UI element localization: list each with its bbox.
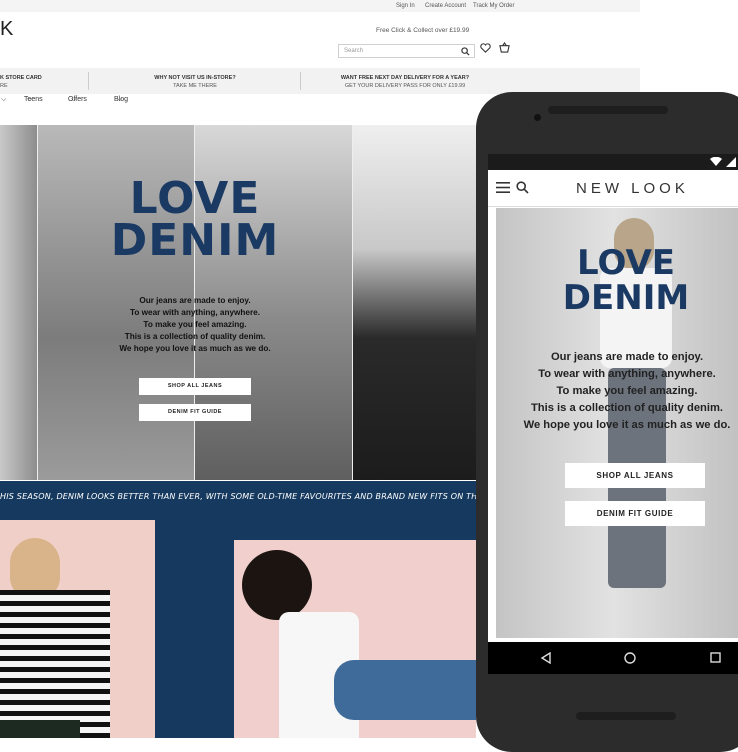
hero-copy-line: To make you feel amazing. <box>556 385 698 397</box>
striped-top-shape <box>0 590 110 738</box>
hero-copy-line: To make you feel amazing. <box>143 320 247 329</box>
hero-copy-line: We hope you love it as much as we do. <box>523 419 731 431</box>
menu-icon[interactable] <box>496 182 510 193</box>
recents-icon[interactable] <box>710 652 721 663</box>
jeans-shape <box>0 720 80 738</box>
hair-shape <box>10 538 60 598</box>
home-icon[interactable] <box>624 652 636 664</box>
heart-icon[interactable] <box>480 43 491 53</box>
promo-store-card[interactable]: K STORE CARD RE <box>0 74 60 90</box>
android-nav-bar <box>488 642 738 674</box>
mobile-shop-all-jeans-button[interactable]: SHOP ALL JEANS <box>565 463 705 488</box>
hair-shape <box>242 550 312 620</box>
back-icon[interactable] <box>540 652 552 664</box>
phone-speaker-bottom <box>576 712 676 720</box>
editorial-tagline: HIS SEASON, DENIM LOOKS BETTER THAN EVER… <box>0 492 516 501</box>
hero-title-line: LOVE <box>129 173 261 224</box>
promo-delivery-pass[interactable]: WANT FREE NEXT DAY DELIVERY FOR A YEAR? G… <box>325 74 485 90</box>
hero-copy-line: Our jeans are made to enjoy. <box>139 296 251 305</box>
divider <box>300 72 301 90</box>
search-icon[interactable] <box>461 47 470 56</box>
site-logo[interactable]: K <box>0 18 15 41</box>
hero-copy-line: To wear with anything, anywhere. <box>538 368 716 380</box>
hero-copy-line: We hope you love it as much as we do. <box>119 344 271 353</box>
divider <box>352 125 353 480</box>
hero-copy-line: To wear with anything, anywhere. <box>130 308 260 317</box>
signal-icon <box>726 157 736 167</box>
jeans-shape <box>334 660 476 720</box>
wifi-icon <box>710 157 722 166</box>
utility-bar: Sign In Create Account Track My Order <box>0 0 640 12</box>
hero-photo-panel <box>353 125 476 480</box>
mobile-hero-title: LOVE DENIM <box>546 246 706 316</box>
hero-title-line: LOVE <box>577 243 675 283</box>
hero-copy-line: This is a collection of quality denim. <box>124 332 266 341</box>
basket-icon[interactable] <box>499 42 510 53</box>
search-icon[interactable] <box>516 181 529 194</box>
chevron-down-icon: ⌵ <box>71 96 77 103</box>
denim-fit-guide-button[interactable]: DENIM FIT GUIDE <box>139 404 251 421</box>
hero-copy: Our jeans are made to enjoy. To wear wit… <box>105 295 285 355</box>
model-photo-white-tee[interactable] <box>234 540 476 738</box>
mobile-denim-fit-guide-button[interactable]: DENIM FIT GUIDE <box>565 501 705 526</box>
phone-screen: NEW LOOK LOVE DENIM Our jeans are made t… <box>488 154 738 674</box>
hero-title-line: DENIM <box>110 215 280 266</box>
phone-mockup: NEW LOOK LOVE DENIM Our jeans are made t… <box>476 92 738 752</box>
hero-title: LOVE DENIM <box>100 173 290 266</box>
hero-copy-line: Our jeans are made to enjoy. <box>550 351 704 363</box>
search-input[interactable]: Search <box>338 44 475 58</box>
sign-in-link[interactable]: Sign In <box>396 3 415 9</box>
promo-in-store[interactable]: WHY NOT VISIT US IN-STORE? TAKE ME THERE <box>120 74 270 90</box>
phone-camera <box>534 114 541 121</box>
divider <box>88 72 89 90</box>
track-order-link[interactable]: Track My Order <box>473 3 514 9</box>
hero-photo-panel <box>0 125 37 480</box>
shop-all-jeans-button[interactable]: SHOP ALL JEANS <box>139 378 251 395</box>
chevron-down-icon: ⌵ <box>117 96 123 103</box>
mobile-hero-copy: Our jeans are made to enjoy. To wear wit… <box>512 349 738 434</box>
status-bar <box>488 154 738 170</box>
promo-strip: K STORE CARD RE WHY NOT VISIT US IN-STORE… <box>0 68 640 94</box>
phone-speaker <box>548 106 668 114</box>
hero-title-line: DENIM <box>562 278 690 318</box>
mobile-logo[interactable]: NEW LOOK <box>576 180 689 197</box>
search-placeholder: Search <box>344 48 364 54</box>
chevron-down-icon: ⌵ <box>27 96 33 103</box>
model-photo-striped-top[interactable] <box>0 520 155 738</box>
divider <box>37 125 38 480</box>
collect-banner: Free Click & Collect over £19.99 <box>376 27 470 34</box>
create-account-link[interactable]: Create Account <box>425 3 466 9</box>
hero-copy-line: This is a collection of quality denim. <box>530 402 724 414</box>
mobile-header: NEW LOOK <box>488 170 738 207</box>
